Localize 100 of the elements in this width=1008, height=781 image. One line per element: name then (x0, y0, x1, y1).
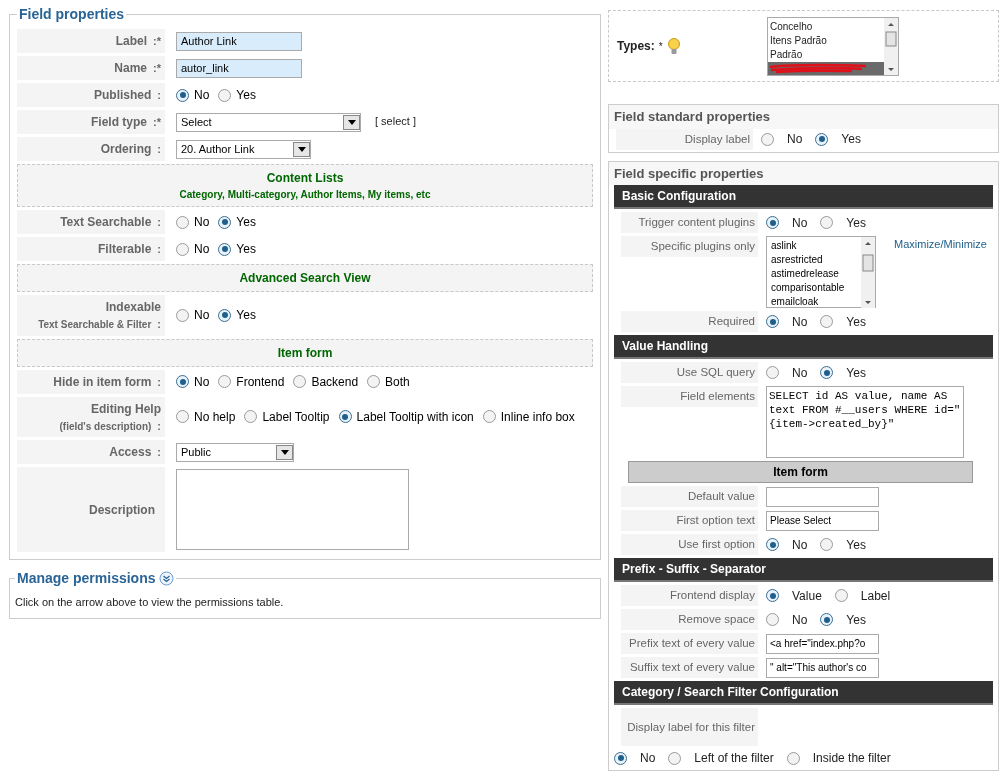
option-label: Inside the filter (812, 750, 891, 767)
radio-button[interactable] (293, 375, 307, 388)
radio-button[interactable] (820, 216, 834, 229)
option-label: No (194, 214, 210, 231)
option-label: Value (792, 587, 822, 605)
group-header: Basic Configuration (614, 185, 993, 209)
radio-button[interactable] (176, 410, 189, 424)
select-field[interactable]: 20. Author Link (176, 139, 311, 159)
field-label: Editing Help (91, 400, 161, 418)
radio-button[interactable] (614, 751, 627, 765)
list-item[interactable]: comparisontable (771, 281, 861, 295)
caret-icon (297, 146, 306, 152)
field-label: Description (89, 501, 155, 519)
select-link[interactable]: [ select ] (375, 112, 416, 129)
radio-button[interactable] (820, 315, 834, 328)
option-label: Left of the filter (694, 750, 774, 767)
option-label: No (787, 131, 803, 148)
description-field[interactable] (176, 469, 409, 550)
radio-button[interactable] (218, 242, 232, 256)
field-label: Name (114, 60, 148, 77)
label-marker: : (157, 418, 161, 434)
option-label: Backend (311, 373, 359, 391)
radio-button[interactable] (218, 88, 232, 102)
text-field[interactable] (766, 486, 879, 507)
radio-button[interactable] (218, 308, 232, 322)
caret-icon (347, 119, 356, 125)
radio-button[interactable] (218, 215, 232, 229)
field-label: Trigger content plugins (638, 215, 755, 230)
radio-button[interactable] (834, 589, 848, 602)
dropdown-button[interactable] (276, 444, 293, 460)
plugins-list[interactable]: aslink asrestricted astimedrelease comparisontable emailcloak (766, 236, 876, 308)
radio-button[interactable] (820, 366, 834, 379)
radio-button[interactable] (761, 132, 774, 146)
list-item[interactable]: astimedrelease (771, 267, 861, 281)
radio-button[interactable] (218, 375, 232, 388)
field-label: Display label for this filter (627, 719, 755, 735)
radio-button[interactable] (766, 589, 779, 602)
radio-button[interactable] (244, 410, 258, 424)
text-field[interactable]: <a href="index.php?o (766, 633, 879, 654)
option-label: Both (385, 373, 410, 391)
field-label: Frontend display (669, 588, 755, 603)
radio-button[interactable] (176, 215, 189, 229)
select-value: 20. Author Link (181, 141, 255, 157)
option-label: Yes (846, 313, 866, 331)
list-item[interactable]: asrestricted (771, 253, 861, 267)
radio-button[interactable] (766, 216, 779, 229)
list-item[interactable]: Concelho (768, 19, 884, 34)
select-field[interactable]: Public (176, 442, 294, 462)
option-label: Label Tooltip (262, 408, 330, 426)
text-field[interactable]: " alt="This author's co (766, 657, 879, 678)
list-item[interactable]: aslink (771, 239, 861, 253)
radio-button[interactable] (766, 366, 779, 379)
text-field[interactable]: Please Select (766, 510, 879, 531)
section-title: Advanced Search View (239, 270, 371, 287)
radio-button[interactable] (815, 132, 829, 146)
field-label: Published (94, 87, 152, 104)
option-label: Yes (236, 241, 256, 258)
radio-button[interactable] (766, 538, 779, 551)
list-item[interactable]: emailcloak (771, 295, 861, 309)
field-label: Use first option (678, 537, 755, 552)
label-marker: : (157, 215, 161, 230)
radio-button[interactable] (176, 375, 189, 388)
dropdown-button[interactable] (343, 114, 360, 130)
types-list[interactable]: Concelho Itens Padrão Padrão (767, 16, 899, 76)
radio-button[interactable] (176, 88, 189, 102)
option-label: Inline info box (500, 408, 575, 426)
dropdown-button[interactable] (293, 141, 310, 157)
scrollbar-drawing (884, 17, 898, 75)
field-label: Indexable (105, 299, 161, 316)
list-item[interactable] (768, 61, 884, 75)
radio-button[interactable] (482, 410, 496, 424)
list-item[interactable]: Padrão (768, 47, 884, 62)
field-label: Label (115, 33, 148, 50)
radio-button[interactable] (786, 751, 800, 765)
radio-button[interactable] (820, 538, 834, 551)
field-label: Display label (684, 131, 750, 147)
text-field[interactable]: Author Link (176, 31, 302, 51)
option-label: No (194, 307, 210, 325)
radio-button[interactable] (766, 613, 779, 626)
field-label: Specific plugins only (650, 239, 755, 254)
expand-icon[interactable] (158, 571, 174, 586)
subsection-header: Item form (628, 461, 973, 483)
text-field[interactable]: autor_link (176, 58, 302, 78)
option-label: No help (194, 408, 236, 426)
panel-header: Field standard properties (609, 105, 998, 129)
radio-button[interactable] (668, 751, 682, 765)
radio-button[interactable] (176, 308, 189, 322)
label-marker: : (157, 142, 161, 157)
radio-button[interactable] (820, 613, 834, 626)
radio-button[interactable] (766, 315, 779, 328)
maximize-link[interactable]: Maximize/Minimize (894, 236, 987, 253)
sql-query-field[interactable]: SELECT id AS value, name AS text FROM #__users WHERE id="{item->created_by}" (766, 386, 964, 458)
field-label: Use SQL query (676, 365, 755, 380)
option-label: No (792, 611, 808, 629)
select-field[interactable]: Select (176, 112, 361, 132)
panel-header: Field specific properties (609, 161, 998, 185)
list-item[interactable]: Itens Padrão (768, 33, 884, 48)
radio-button[interactable] (176, 242, 189, 256)
radio-button[interactable] (367, 375, 381, 388)
radio-button[interactable] (338, 410, 352, 424)
